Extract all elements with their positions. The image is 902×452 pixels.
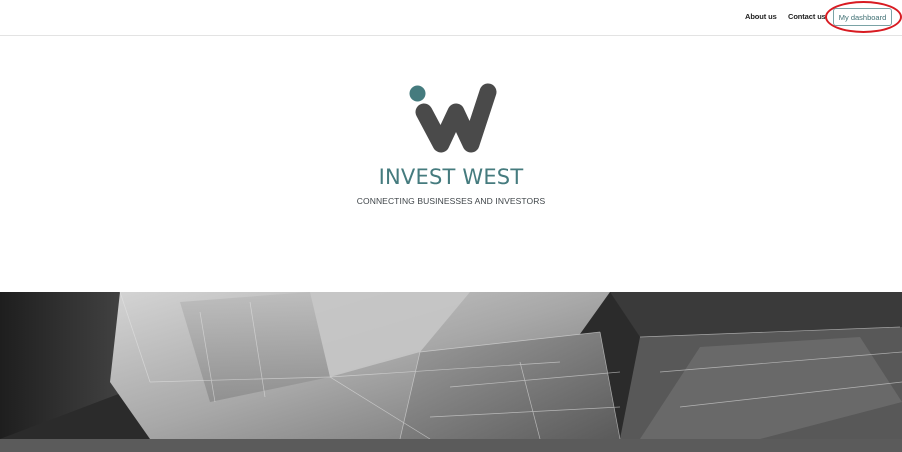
top-navigation-bar: About us Contact us My dashboard [0,0,902,36]
contact-us-link[interactable]: Contact us [788,12,826,21]
about-us-link[interactable]: About us [745,12,777,21]
brand-name: INVEST WEST [378,165,524,189]
brand-tagline: CONNECTING BUSINESSES AND INVESTORS [356,196,546,206]
logo-w-shape [415,83,497,153]
hero-banner-image [0,292,902,439]
invest-west-logo-icon [409,83,497,153]
bottom-band [0,439,902,452]
logo-dot [409,85,426,102]
architecture-photo [0,292,902,439]
my-dashboard-button[interactable]: My dashboard [833,8,892,26]
